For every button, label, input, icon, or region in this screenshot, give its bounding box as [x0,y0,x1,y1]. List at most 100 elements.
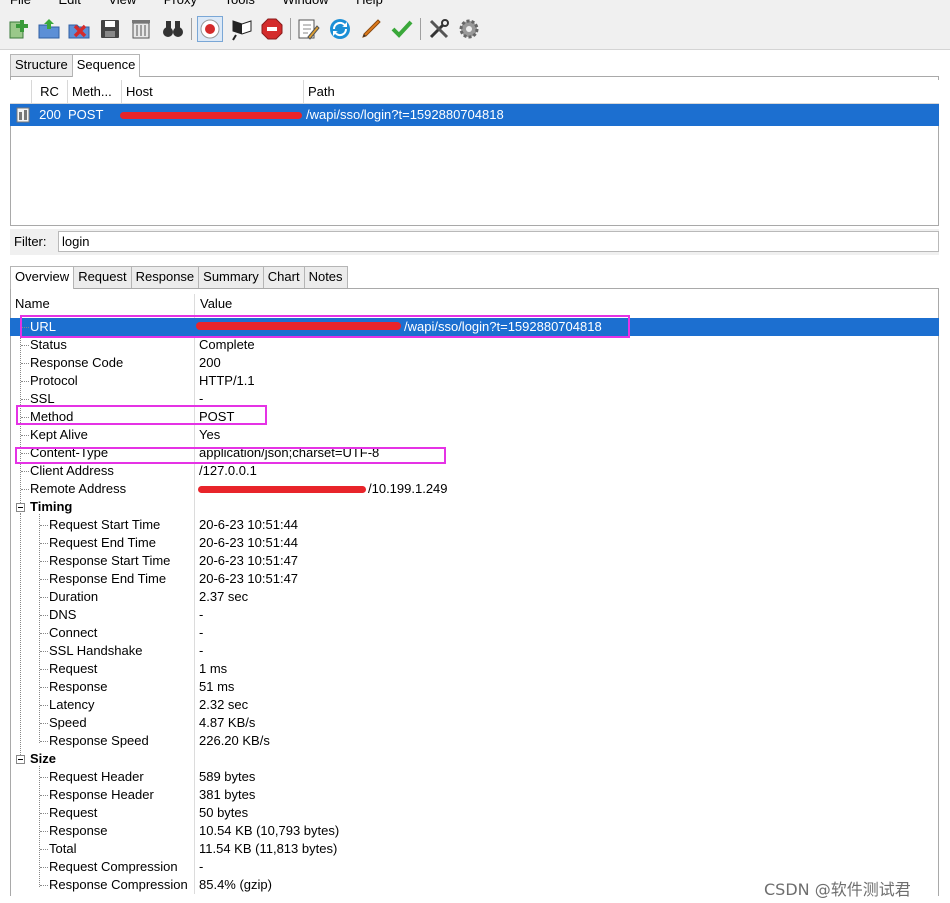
tab-request[interactable]: Request [73,266,132,288]
throttle-icon[interactable] [229,16,255,42]
timing-row[interactable]: SSL Handshake - [10,642,939,660]
size-row[interactable]: Request Compression - [10,858,939,876]
row-name: Total [49,841,77,856]
clear-session-icon[interactable] [128,16,154,42]
row-name: Response Start Time [49,553,171,568]
breakpoints-icon[interactable] [259,16,285,42]
overview-row-remote-address[interactable]: Remote Address /10.199.1.249 [10,480,939,498]
column-value-header[interactable]: Value [200,296,232,311]
menu-help[interactable]: Help [356,0,383,8]
overview-row-protocol[interactable]: Protocol HTTP/1.1 [10,372,939,390]
host-redaction-mark [120,112,302,119]
row-value: - [199,859,204,874]
timing-row[interactable]: Request Start Time 20-6-23 10:51:44 [10,516,939,534]
tab-chart[interactable]: Chart [262,266,305,288]
size-row[interactable]: Response Header 381 bytes [10,786,939,804]
header-path[interactable]: Path [304,80,939,104]
header-host[interactable]: Host [122,80,304,104]
new-session-icon[interactable] [6,16,32,42]
row-value: - [199,607,204,622]
row-rc: 200 [39,107,61,122]
open-session-icon[interactable] [36,16,62,42]
close-session-icon[interactable] [66,16,92,42]
filter-input[interactable] [58,231,939,252]
timing-row[interactable]: Connect - [10,624,939,642]
row-name: SSL Handshake [49,643,143,658]
row-value: 50 bytes [199,805,249,820]
save-icon[interactable] [97,16,123,42]
timing-row[interactable]: Request 1 ms [10,660,939,678]
timing-row[interactable]: Response Start Time 20-6-23 10:51:47 [10,552,939,570]
header-method[interactable]: Meth... [68,80,122,104]
tab-structure[interactable]: Structure [10,54,73,76]
tab-response[interactable]: Response [130,266,200,288]
timing-row[interactable]: Speed 4.87 KB/s [10,714,939,732]
row-name: Request Header [49,769,144,784]
timing-row[interactable]: Response 51 ms [10,678,939,696]
row-path: /wapi/sso/login?t=1592880704818 [306,107,504,122]
overview-row-kept-alive[interactable]: Kept Alive Yes [10,426,939,444]
edit-icon[interactable] [295,16,321,42]
row-name: Response [49,679,108,694]
tools-icon[interactable] [426,16,452,42]
column-name-header[interactable]: Name [15,296,50,311]
menu-view[interactable]: View [108,0,136,8]
overview-row-response-code[interactable]: Response Code 200 [10,354,939,372]
timing-row[interactable]: Response Speed 226.20 KB/s [10,732,939,750]
tab-notes[interactable]: Notes [303,266,348,288]
row-value: 10.54 KB (10,793 bytes) [199,823,340,838]
collapse-icon[interactable] [16,755,25,764]
row-value: 20-6-23 10:51:47 [199,571,299,586]
table-row[interactable]: 200 POST /wapi/sso/login?t=1592880704818 [10,104,939,126]
row-name: Remote Address [30,481,127,496]
find-icon[interactable] [160,16,186,42]
menu-file[interactable]: File [10,0,31,8]
timing-row[interactable]: Response End Time 20-6-23 10:51:47 [10,570,939,588]
content-type-highlight-box [15,447,446,464]
row-name: Response [49,823,108,838]
size-row[interactable]: Response 10.54 KB (10,793 bytes) [10,822,939,840]
size-section[interactable]: Size [10,750,939,768]
size-row[interactable]: Request Header 589 bytes [10,768,939,786]
tab-sequence[interactable]: Sequence [71,54,141,77]
header-rc[interactable]: RC [32,80,68,104]
row-value: 11.54 KB (11,813 bytes) [199,841,338,856]
size-row[interactable]: Request 50 bytes [10,804,939,822]
tab-overview[interactable]: Overview [10,266,75,289]
record-icon[interactable] [197,16,223,42]
row-value: 51 ms [199,679,235,694]
settings-icon[interactable] [456,16,482,42]
row-value: - [199,643,204,658]
row-name: Connect [49,625,98,640]
check-icon[interactable] [389,16,415,42]
overview-row-client-address[interactable]: Client Address /127.0.0.1 [10,462,939,480]
timing-row[interactable]: DNS - [10,606,939,624]
row-name: Kept Alive [30,427,88,442]
row-name: Response Speed [49,733,149,748]
overview-row-status[interactable]: Status Complete [10,336,939,354]
menu-window[interactable]: Window [282,0,328,8]
row-name: Request End Time [49,535,156,550]
repeat-icon[interactable] [327,16,353,42]
row-name: Status [30,337,67,352]
row-value: 20-6-23 10:51:44 [199,535,299,550]
document-icon [12,104,30,126]
row-value: 226.20 KB/s [199,733,270,748]
timing-row[interactable]: Latency 2.32 sec [10,696,939,714]
row-value: 4.87 KB/s [199,715,256,730]
tab-summary[interactable]: Summary [198,266,264,288]
menu-edit[interactable]: Edit [58,0,80,8]
validate-icon[interactable] [358,16,384,42]
row-name: Request Compression [49,859,178,874]
url-highlight-box [20,315,630,338]
timing-row[interactable]: Request End Time 20-6-23 10:51:44 [10,534,939,552]
row-value: 2.32 sec [199,697,249,712]
top-tabs: Structure Sequence [10,54,141,77]
row-value: 20-6-23 10:51:44 [199,517,299,532]
collapse-icon[interactable] [16,503,25,512]
menu-proxy[interactable]: Proxy [164,0,197,8]
timing-section[interactable]: Timing [10,498,939,516]
timing-row[interactable]: Duration 2.37 sec [10,588,939,606]
size-row[interactable]: Total 11.54 KB (11,813 bytes) [10,840,939,858]
menu-tools[interactable]: Tools [224,0,254,8]
